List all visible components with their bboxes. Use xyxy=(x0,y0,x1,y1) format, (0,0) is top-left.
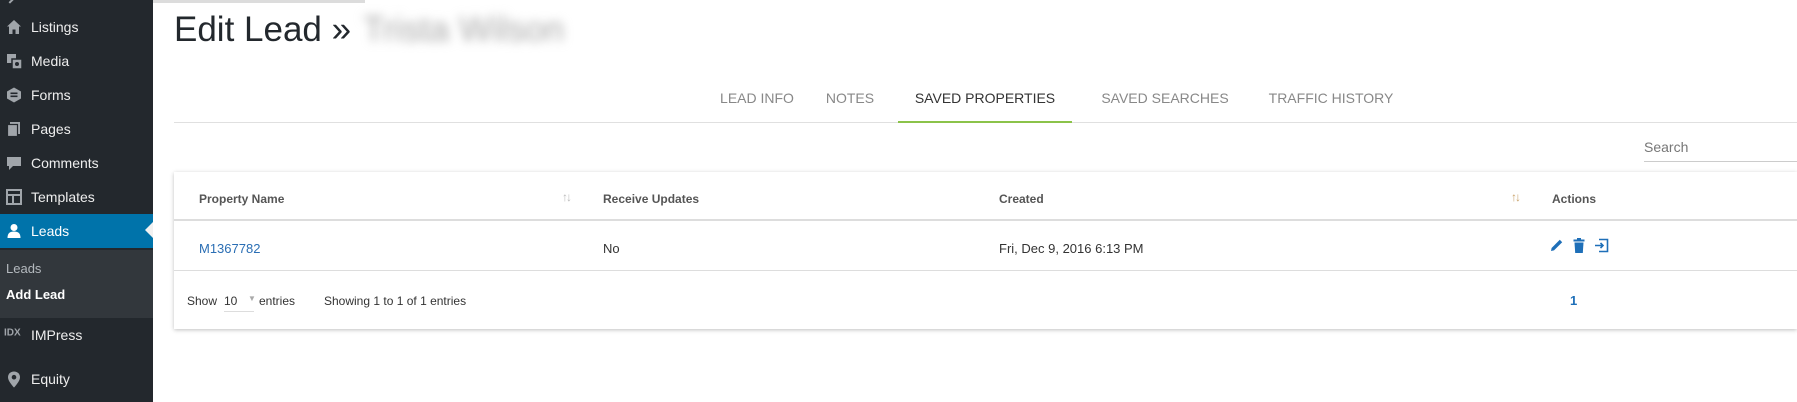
sort-icon[interactable]: ↑↓ xyxy=(1511,190,1521,204)
table-footer: Show 10 ▼ entries Showing 1 to 1 of 1 en… xyxy=(174,272,1797,329)
search-input[interactable] xyxy=(1644,132,1797,161)
column-header-receive-updates[interactable]: Receive Updates xyxy=(603,192,699,206)
sidebar-item-label: Pages xyxy=(31,121,71,137)
row-actions xyxy=(1549,236,1609,254)
submenu-item-add-lead[interactable]: Add Lead xyxy=(6,287,65,302)
sidebar-item-label: IMPress xyxy=(31,327,83,343)
sidebar-item-impress[interactable]: IDX IMPress xyxy=(0,318,153,352)
page-title: Edit Lead » Trista Wilson xyxy=(174,10,564,50)
open-icon[interactable] xyxy=(1593,236,1609,254)
sidebar-item-label: Media xyxy=(31,53,70,69)
property-name-link[interactable]: M1367782 xyxy=(199,241,260,256)
home-icon xyxy=(4,17,24,37)
sidebar-item-label: Comments xyxy=(31,155,99,171)
sidebar-item-label: Listings xyxy=(31,19,79,35)
sidebar-item-templates[interactable]: Templates xyxy=(0,180,153,214)
tab-notes[interactable]: NOTES xyxy=(824,80,876,123)
tab-saved-searches[interactable]: SAVED SEARCHES xyxy=(1092,80,1238,123)
idx-icon: IDX xyxy=(4,322,24,342)
chevron-down-icon: ▼ xyxy=(248,294,256,303)
admin-sidebar: Listings Media Forms Pages Comments Temp… xyxy=(0,0,153,402)
active-indicator xyxy=(145,222,153,238)
tab-saved-properties[interactable]: SAVED PROPERTIES xyxy=(898,80,1072,123)
column-header-property-name[interactable]: Property Name xyxy=(199,192,284,206)
sidebar-item-label: Templates xyxy=(31,189,95,205)
pagination-page-1[interactable]: 1 xyxy=(1570,293,1577,308)
trash-icon[interactable] xyxy=(1571,236,1587,254)
table-header: Property Name ↑↓ Receive Updates Created… xyxy=(174,172,1797,221)
sidebar-item-pages[interactable]: Pages xyxy=(0,112,153,146)
table-row: M1367782 No Fri, Dec 9, 2016 6:13 PM xyxy=(174,223,1797,271)
submenu-item-leads[interactable]: Leads xyxy=(6,261,41,276)
sort-icon[interactable]: ↑↓ xyxy=(562,190,572,204)
page-length-value: 10 xyxy=(224,294,238,308)
leads-icon xyxy=(4,221,24,241)
top-divider xyxy=(153,0,365,3)
edit-icon[interactable] xyxy=(1549,236,1565,254)
templates-icon xyxy=(4,187,24,207)
page-title-text: Edit Lead » xyxy=(174,10,352,49)
forms-icon xyxy=(4,85,24,105)
column-header-created[interactable]: Created xyxy=(999,192,1044,206)
sidebar-item-leads[interactable]: Leads xyxy=(0,214,153,248)
sidebar-item-equity[interactable]: Equity xyxy=(0,362,153,396)
page-length-select[interactable]: 10 ▼ xyxy=(224,290,256,312)
sidebar-item-forms[interactable]: Forms xyxy=(0,78,153,112)
lead-name: Trista Wilson xyxy=(363,10,565,49)
table-info: Showing 1 to 1 of 1 entries xyxy=(324,294,467,308)
tab-lead-info[interactable]: LEAD INFO xyxy=(712,80,802,123)
entries-label: entries xyxy=(259,294,296,308)
sidebar-item-label: Leads xyxy=(31,223,70,239)
location-pin-icon xyxy=(4,369,24,389)
lead-tabs: LEAD INFO NOTES SAVED PROPERTIES SAVED S… xyxy=(174,80,1797,123)
sidebar-item-label: Forms xyxy=(31,87,71,103)
show-label: Show xyxy=(187,294,218,308)
sidebar-item-label: Equity xyxy=(31,371,70,387)
sidebar-item-listings[interactable]: Listings xyxy=(0,10,153,44)
chevron-icon xyxy=(4,0,16,4)
leads-submenu: Leads Add Lead xyxy=(0,250,153,318)
sidebar-item-media[interactable]: Media xyxy=(0,44,153,78)
sidebar-item-comments[interactable]: Comments xyxy=(0,146,153,180)
pages-icon xyxy=(4,119,24,139)
media-icon xyxy=(4,51,24,71)
collapsed-item-stub xyxy=(0,0,153,6)
tab-traffic-history[interactable]: TRAFFIC HISTORY xyxy=(1256,80,1406,123)
column-header-actions: Actions xyxy=(1552,192,1597,206)
saved-properties-table: Property Name ↑↓ Receive Updates Created… xyxy=(174,172,1797,329)
created-value: Fri, Dec 9, 2016 6:13 PM xyxy=(999,241,1144,256)
svg-text:IDX: IDX xyxy=(4,328,21,338)
search-field xyxy=(1644,132,1797,162)
comments-icon xyxy=(4,153,24,173)
receive-updates-value: No xyxy=(603,241,620,256)
